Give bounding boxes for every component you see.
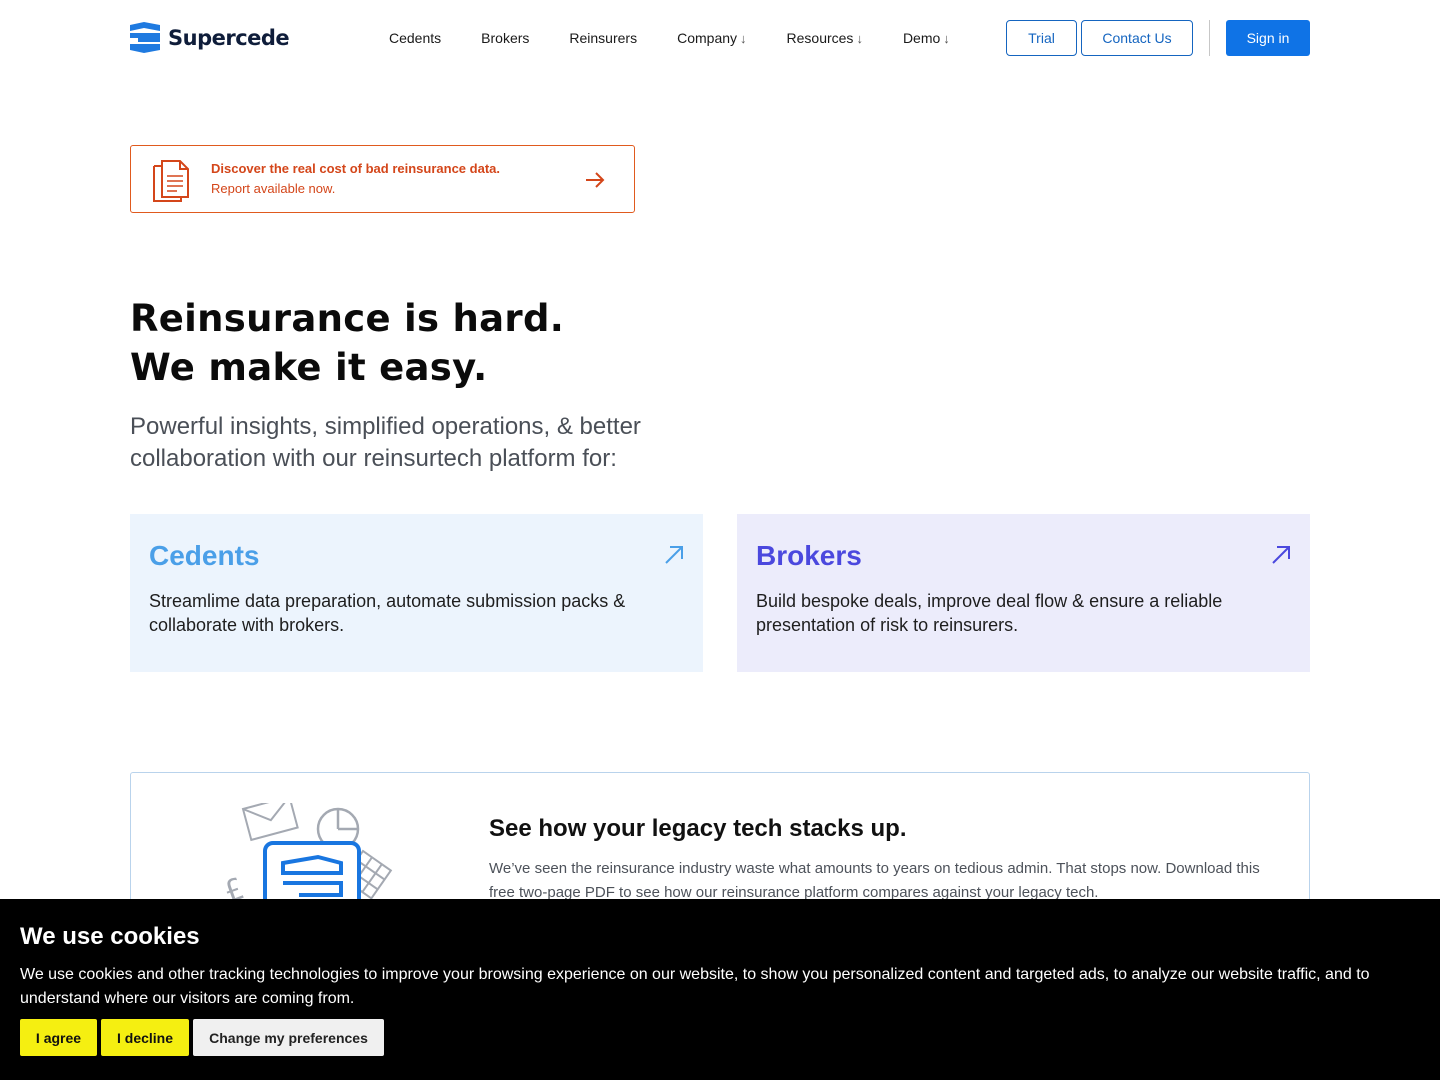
hero-title: Reinsurance is hard. We make it easy. [130,294,564,392]
card-cedents[interactable]: Cedents Streamlime data preparation, aut… [130,514,703,672]
cookie-agree-button[interactable]: I agree [20,1019,97,1056]
card-title: Cedents [149,540,260,571]
logo[interactable]: Supercede [130,22,290,53]
hero-subtitle: Powerful insights, simplified operations… [130,413,641,472]
supercede-logo-icon [130,22,160,53]
arrow-up-right-icon [1272,546,1290,564]
nav-reinsurers[interactable]: Reinsurers [569,30,637,46]
card-title: Brokers [756,540,862,571]
contact-us-button[interactable]: Contact Us [1081,20,1193,56]
main-nav: Cedents Brokers Reinsurers Company ↓ Reso… [389,30,990,46]
card-description: Build bespoke deals, improve deal flow &… [756,591,1223,635]
nav-label: Brokers [481,30,530,46]
trial-button[interactable]: Trial [1006,20,1077,56]
nav-resources[interactable]: Resources ↓ [787,30,863,46]
hero-title-line-2: We make it easy. [130,346,488,389]
hero-title-line-1: Reinsurance is hard. [130,297,565,340]
report-banner[interactable]: Discover the real cost of bad reinsuranc… [130,145,635,213]
nav-cedents[interactable]: Cedents [389,30,441,46]
legacy-title: See how your legacy tech stacks up. [489,815,907,842]
nav-label: Demo [902,30,941,46]
nav-company[interactable]: Company ↓ [677,30,746,46]
cookie-title: We use cookies [20,923,200,950]
nav-demo[interactable]: Demo ↓ [903,30,950,46]
logo-text: Supercede [168,25,290,50]
cookie-decline-button[interactable]: I decline [101,1019,189,1056]
card-description: Streamlime data preparation, automate su… [149,591,626,635]
nav-label: Cedents [389,30,442,46]
header-divider [1209,20,1210,56]
banner-headline: Discover the real cost of bad reinsuranc… [211,161,500,176]
nav-label: Reinsurers [569,30,638,46]
cookie-text: We use cookies and other tracking techno… [20,966,1370,1007]
nav-label: Resources [786,30,854,46]
arrow-down-icon: ↓ [740,31,747,46]
cookie-preferences-button[interactable]: Change my preferences [193,1019,384,1056]
sign-in-button[interactable]: Sign in [1226,20,1310,56]
arrow-right-icon [586,172,605,188]
nav-label: Company [677,30,738,46]
legacy-description: We’ve seen the reinsurance industry wast… [489,860,1260,901]
arrow-up-right-icon [665,546,683,564]
document-icon [153,160,189,202]
banner-subline: Report available now. [211,181,336,196]
card-brokers[interactable]: Brokers Build bespoke deals, improve dea… [737,514,1310,672]
cookie-consent-bar: We use cookies We use cookies and other … [0,899,1440,1080]
site-header: Supercede Cedents Brokers Reinsurers Com… [0,0,1440,76]
arrow-down-icon: ↓ [943,31,950,46]
nav-brokers[interactable]: Brokers [481,30,529,46]
arrow-down-icon: ↓ [856,31,863,46]
